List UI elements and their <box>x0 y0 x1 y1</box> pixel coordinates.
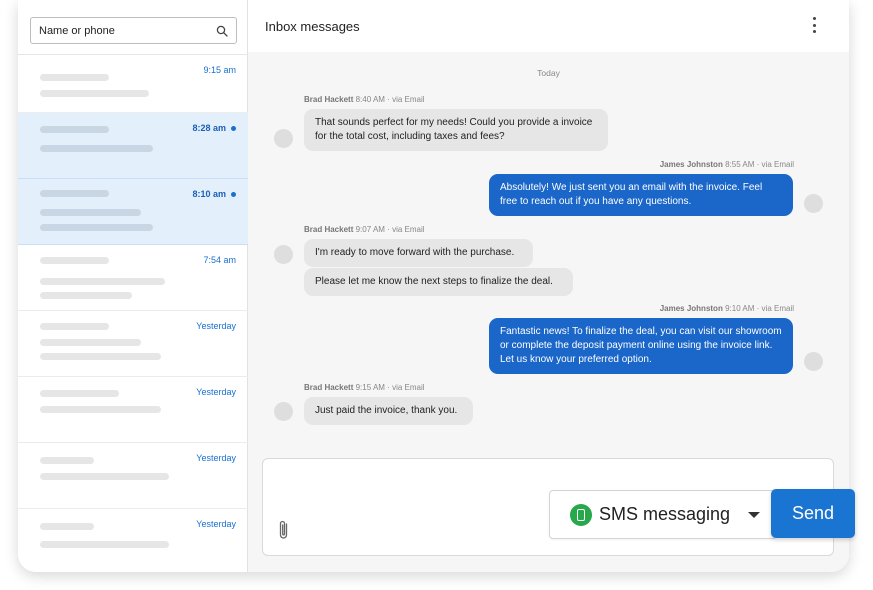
paperclip-icon[interactable] <box>277 519 291 541</box>
search-icon[interactable] <box>216 25 228 37</box>
preview-placeholder <box>40 90 149 97</box>
message-meta: James Johnston 8:55 AM · via Email <box>659 160 794 169</box>
conversation-item[interactable]: 7:54 am <box>18 245 248 311</box>
unread-dot <box>231 125 236 131</box>
composer-area: SMS messaging <box>248 442 849 572</box>
preview-placeholder <box>40 224 153 231</box>
conversation-item[interactable]: 8:28 am <box>18 113 248 179</box>
incoming-message: Just paid the invoice, thank you. <box>304 397 473 425</box>
preview-placeholder <box>40 353 161 360</box>
conversation-time: 8:10 am <box>192 189 236 199</box>
message-meta: Brad Hackett 9:15 AM · via Email <box>304 383 425 392</box>
outgoing-message: Fantastic news! To finalize the deal, yo… <box>489 318 793 374</box>
conversation-time: Yesterday <box>196 387 236 397</box>
outgoing-message: Absolutely! We just sent you an email wi… <box>489 174 793 216</box>
message-composer[interactable]: SMS messaging <box>262 458 834 556</box>
conversation-time: Yesterday <box>196 321 236 331</box>
search-input[interactable] <box>39 24 216 37</box>
more-options-icon[interactable] <box>811 17 817 33</box>
preview-placeholder <box>40 292 132 299</box>
avatar <box>804 194 823 213</box>
preview-placeholder <box>40 278 165 285</box>
incoming-message: I'm ready to move forward with the purch… <box>304 239 533 267</box>
conversation-time: 8:28 am <box>192 123 236 133</box>
preview-placeholder <box>40 541 169 548</box>
name-placeholder <box>40 457 94 464</box>
conversation-item[interactable]: Yesterday <box>18 509 248 572</box>
conversation-item[interactable]: Yesterday <box>18 311 248 377</box>
name-placeholder <box>40 126 109 133</box>
conversation-time: 9:15 am <box>203 65 236 75</box>
caret-down-icon <box>748 512 760 518</box>
conversation-item[interactable]: Yesterday <box>18 377 248 443</box>
conversation-time: 7:54 am <box>203 255 236 265</box>
search-box[interactable] <box>30 17 237 44</box>
conversation-time: Yesterday <box>196 519 236 529</box>
name-placeholder <box>40 74 109 81</box>
page-title: Inbox messages <box>265 19 360 34</box>
send-button[interactable]: Send <box>771 489 855 538</box>
name-placeholder <box>40 390 119 397</box>
message-thread: Today Brad Hackett 8:40 AM · via Email T… <box>248 52 849 442</box>
conversation-item[interactable]: Yesterday <box>18 443 248 509</box>
unread-dot <box>231 191 236 197</box>
conversation-time: Yesterday <box>196 453 236 463</box>
avatar <box>274 245 293 264</box>
date-separator: Today <box>537 68 560 78</box>
name-placeholder <box>40 323 109 330</box>
conversation-sidebar: 9:15 am 8:28 am 8:10 am 7:54 am Yesterda… <box>18 0 248 572</box>
channel-label: SMS messaging <box>599 504 731 524</box>
channel-dropdown[interactable]: SMS messaging <box>549 490 777 539</box>
message-meta: Brad Hackett 9:07 AM · via Email <box>304 225 425 234</box>
message-meta: Brad Hackett 8:40 AM · via Email <box>304 95 425 104</box>
incoming-message: That sounds perfect for my needs! Could … <box>304 109 608 151</box>
avatar <box>274 129 293 148</box>
avatar <box>804 352 823 371</box>
conversation-item[interactable]: 8:10 am <box>18 179 248 245</box>
sms-phone-icon <box>570 503 592 526</box>
name-placeholder <box>40 523 94 530</box>
message-meta: James Johnston 9:10 AM · via Email <box>659 304 794 313</box>
panel-header: Inbox messages <box>248 0 849 52</box>
avatar <box>274 402 293 421</box>
preview-placeholder <box>40 406 161 413</box>
conversation-item[interactable]: 9:15 am <box>18 55 248 113</box>
name-placeholder <box>40 190 109 197</box>
preview-placeholder <box>40 339 141 346</box>
preview-placeholder <box>40 473 169 480</box>
preview-placeholder <box>40 209 141 216</box>
incoming-message: Please let me know the next steps to fin… <box>304 268 573 296</box>
name-placeholder <box>40 257 109 264</box>
message-panel: Inbox messages Today Brad Hackett 8:40 A… <box>248 0 849 572</box>
inbox-app: 9:15 am 8:28 am 8:10 am 7:54 am Yesterda… <box>18 0 849 572</box>
preview-placeholder <box>40 145 153 152</box>
